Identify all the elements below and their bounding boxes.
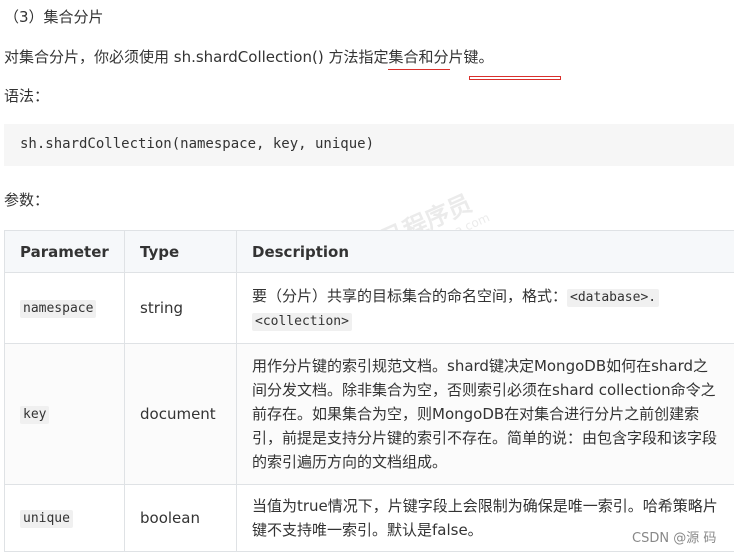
header-description: Description (236, 230, 734, 273)
parameters-table: Parameter Type Description namespace str… (4, 230, 734, 552)
header-parameter: Parameter (4, 230, 125, 273)
param-code: namespace (20, 300, 97, 318)
inline-code: <database>. (567, 289, 660, 307)
description-cell: 用作分片键的索引规范文档。shard键决定MongoDB如何在shard之间分发… (236, 343, 734, 485)
param-code: key (20, 406, 50, 424)
table-row: key document 用作分片键的索引规范文档。shard键决定MongoD… (4, 343, 734, 485)
type-cell: string (124, 272, 237, 344)
param-code: unique (20, 510, 73, 528)
description-cell: 要（分片）共享的目标集合的命名空间，格式： <database>. <collect… (236, 272, 734, 344)
table-row: namespace string 要（分片）共享的目标集合的命名空间，格式： <d… (4, 272, 734, 344)
type-cell: document (124, 343, 237, 485)
inline-code: <collection> (252, 313, 352, 331)
type-cell: boolean (124, 484, 237, 552)
code-block: sh.shardCollection(namespace, key, uniqu… (4, 124, 734, 166)
red-underline-mark (469, 76, 561, 80)
red-underline-mark (388, 69, 450, 70)
header-type: Type (124, 230, 237, 273)
syntax-label: 语法： (4, 87, 50, 105)
param-cell: unique (4, 484, 125, 552)
param-cell: key (4, 343, 125, 485)
param-cell: namespace (4, 272, 125, 344)
table-row: unique boolean 当值为true情况下，片键字段上会限制为确保是唯一… (4, 484, 734, 552)
description-text: 要（分片）共享的目标集合的命名空间，格式： (252, 287, 568, 305)
csdn-footer: CSDN @源 码 (632, 531, 717, 546)
section-heading: （3）集合分片 (4, 8, 104, 26)
intro-paragraph: 对集合分片，你必须使用 sh.shardCollection() 方法指定集合和… (4, 48, 494, 66)
params-label: 参数： (4, 191, 50, 209)
code-line: sh.shardCollection(namespace, key, uniqu… (20, 136, 375, 152)
table-header-row: Parameter Type Description (4, 230, 734, 273)
